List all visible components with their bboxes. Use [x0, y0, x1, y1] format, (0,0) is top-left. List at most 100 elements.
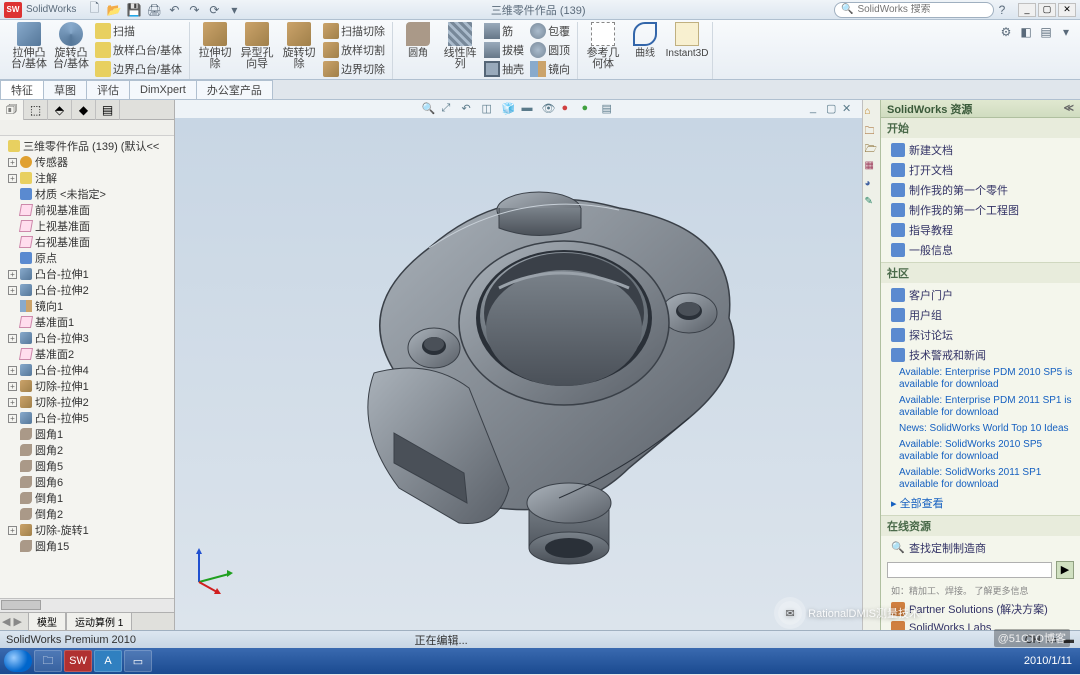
graphics-viewport[interactable] [175, 118, 862, 630]
tree-item[interactable]: +凸台-拉伸1 [0, 266, 174, 282]
task-link[interactable]: Available: Enterprise PDM 2011 SP1 is av… [881, 393, 1080, 421]
task-link[interactable]: Available: SolidWorks 2011 SP1 available… [881, 465, 1080, 493]
expand-icon[interactable]: + [8, 398, 17, 407]
fillet-button[interactable]: 圆角 [397, 22, 439, 78]
prev-view-icon[interactable]: ↶ [462, 102, 476, 116]
doc-close-icon[interactable]: ✕ [842, 102, 856, 116]
expand-icon[interactable]: + [8, 366, 17, 375]
curves-button[interactable]: 曲线 [624, 22, 666, 70]
save-icon[interactable]: 💾 [126, 2, 142, 18]
fm-tab-dim[interactable]: ◆ [72, 100, 96, 120]
taskbar-explorer[interactable]: 🗀 [34, 650, 62, 672]
start-button[interactable] [4, 650, 32, 672]
expand-icon[interactable]: + [8, 414, 17, 423]
fm-tab-tree[interactable]: 🗊 [0, 100, 24, 120]
expand-icon[interactable]: + [8, 334, 17, 343]
expand-icon[interactable]: + [8, 270, 17, 279]
tree-item[interactable]: 基准面1 [0, 314, 174, 330]
tree-item[interactable]: +注解 [0, 170, 174, 186]
tab-office[interactable]: 办公室产品 [196, 80, 273, 99]
search-input[interactable] [857, 4, 989, 15]
task-item[interactable]: 打开文档 [881, 160, 1080, 180]
hide-show-icon[interactable]: 👁 [542, 102, 556, 116]
tree-item[interactable]: 圆角2 [0, 442, 174, 458]
redo-icon[interactable]: ↷ [186, 2, 202, 18]
taskbar-app3[interactable]: ▭ [124, 650, 152, 672]
sweep-cut-button[interactable]: 扫描切除 [320, 22, 388, 40]
boundary-cut-button[interactable]: 边界切除 [320, 60, 388, 78]
tree-item[interactable]: 前视基准面 [0, 202, 174, 218]
feature-scroll[interactable] [0, 598, 174, 612]
taskbar-app2[interactable]: A [94, 650, 122, 672]
task-pane-pin-icon[interactable]: ≪ [1064, 103, 1074, 114]
tab-sketch[interactable]: 草图 [43, 80, 87, 99]
options-icon[interactable]: ▾ [226, 2, 242, 18]
custom-props-icon[interactable]: ✎ [865, 196, 879, 210]
linear-pattern-button[interactable]: 线性阵列 [439, 22, 481, 78]
task-item[interactable]: 一般信息 [881, 240, 1080, 260]
expand-icon[interactable]: + [8, 286, 17, 295]
task-item[interactable]: 用户组 [881, 305, 1080, 325]
tab-dimxpert[interactable]: DimXpert [129, 80, 197, 99]
wrap-button[interactable]: 包覆 [527, 22, 573, 40]
task-link[interactable]: News: SolidWorks World Top 10 Ideas [881, 421, 1080, 437]
loft-cut-button[interactable]: 放样切割 [320, 41, 388, 59]
task-more[interactable]: ▸ 全部查看 [881, 493, 1080, 513]
view-icon[interactable]: ◧ [1018, 24, 1034, 40]
filter-icon[interactable]: ▾ [1058, 24, 1074, 40]
extrude-cut-button[interactable]: 拉伸切除 [194, 22, 236, 78]
zoom-fit-icon[interactable]: 🔍 [422, 102, 436, 116]
task-item[interactable]: 制作我的第一个工程图 [881, 200, 1080, 220]
zoom-area-icon[interactable]: ⤢ [442, 102, 456, 116]
hole-wizard-button[interactable]: 异型孔向导 [236, 22, 278, 78]
tree-item[interactable]: +传感器 [0, 154, 174, 170]
rebuild-icon[interactable]: ⟳ [206, 2, 222, 18]
tree-item[interactable]: 基准面2 [0, 346, 174, 362]
revolve-boss-button[interactable]: 旋转凸台/基体 [50, 22, 92, 78]
search-box[interactable]: 🔍 [834, 2, 994, 18]
tree-item[interactable]: 镜向1 [0, 298, 174, 314]
mirror-button[interactable]: 镜向 [527, 60, 573, 78]
new-icon[interactable]: 🗋 [86, 2, 102, 18]
fm-tab-property[interactable]: ⬚ [24, 100, 48, 120]
task-item[interactable]: 制作我的第一个零件 [881, 180, 1080, 200]
motion-tab[interactable]: 运动算例 1 [66, 612, 132, 631]
appearances-icon[interactable]: ◕ [865, 178, 879, 192]
shell-button[interactable]: 抽壳 [481, 60, 527, 78]
tree-item[interactable]: +凸台-拉伸5 [0, 410, 174, 426]
display-icon[interactable]: ▤ [1038, 24, 1054, 40]
tree-root[interactable]: 三维零件作品 (139) (默认<< [0, 138, 174, 154]
doc-max-icon[interactable]: ▢ [826, 102, 840, 116]
task-item[interactable]: 新建文档 [881, 140, 1080, 160]
task-item[interactable]: 指导教程 [881, 220, 1080, 240]
expand-icon[interactable]: + [8, 382, 17, 391]
appearance-icon[interactable]: ● [562, 102, 576, 116]
display-style-icon[interactable]: ▬ [522, 102, 536, 116]
revolve-cut-button[interactable]: 旋转切除 [278, 22, 320, 78]
boundary-button[interactable]: 边界凸台/基体 [92, 60, 185, 78]
tree-item[interactable]: 圆角6 [0, 474, 174, 490]
fm-tab-display[interactable]: ▤ [96, 100, 120, 120]
expand-icon[interactable]: + [8, 158, 17, 167]
loft-button[interactable]: 放样凸台/基体 [92, 41, 185, 59]
tree-item[interactable]: +切除-拉伸1 [0, 378, 174, 394]
tree-item[interactable]: 圆角1 [0, 426, 174, 442]
open-icon[interactable]: 📂 [106, 2, 122, 18]
tree-item[interactable]: 原点 [0, 250, 174, 266]
tree-item[interactable]: +凸台-拉伸2 [0, 282, 174, 298]
task-link[interactable]: Available: Enterprise PDM 2010 SP5 is av… [881, 365, 1080, 393]
task-item[interactable]: 客户门户 [881, 285, 1080, 305]
tab-evaluate[interactable]: 评估 [86, 80, 130, 99]
design-library-icon[interactable]: 🗀 [865, 124, 879, 138]
ref-geometry-button[interactable]: 参考几何体 [582, 22, 624, 70]
go-button[interactable]: ▶ [1056, 561, 1074, 579]
tree-item[interactable]: +切除-旋转1 [0, 522, 174, 538]
task-item[interactable]: 探讨论坛 [881, 325, 1080, 345]
minimize-button[interactable]: _ [1018, 3, 1036, 17]
file-explorer-icon[interactable]: 🗁 [865, 142, 879, 156]
settings-icon[interactable]: ⚙ [998, 24, 1014, 40]
expand-icon[interactable]: + [8, 526, 17, 535]
help-icon[interactable]: ? [994, 2, 1010, 18]
tree-item[interactable]: 材质 <未指定> [0, 186, 174, 202]
tree-item[interactable]: 上视基准面 [0, 218, 174, 234]
